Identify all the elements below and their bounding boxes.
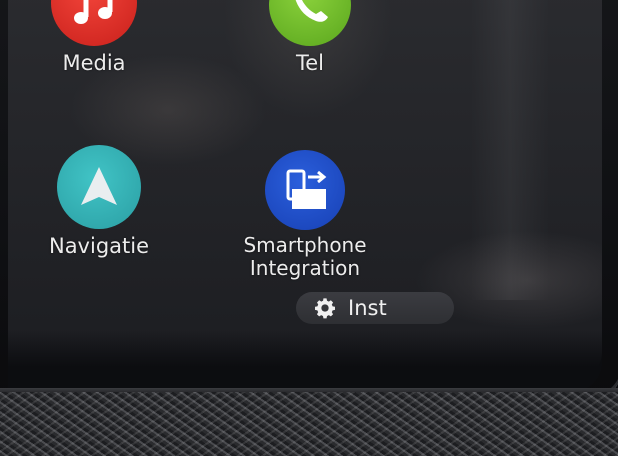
- media-label: Media: [62, 51, 126, 75]
- tel-label: Tel: [295, 51, 324, 75]
- tel-app-button[interactable]: [269, 0, 351, 46]
- smartphone-integration-app-button[interactable]: [265, 150, 345, 230]
- smartphone-label-line1: Smartphone: [243, 233, 367, 257]
- dashboard-fabric-texture: [0, 392, 618, 456]
- media-app-button[interactable]: [51, 0, 137, 46]
- app-navigatie[interactable]: Navigatie: [42, 145, 156, 258]
- navigatie-app-button[interactable]: [57, 145, 141, 229]
- app-tel[interactable]: Tel: [262, 0, 358, 75]
- navigation-arrow-icon: [81, 167, 117, 205]
- gear-icon: [315, 298, 335, 319]
- phone-screen-mirroring-icon: [286, 169, 327, 209]
- screen-lower-shadow: [8, 330, 602, 392]
- settings-button[interactable]: Inst: [296, 292, 454, 324]
- app-smartphone-integration[interactable]: Smartphone Integration: [236, 150, 374, 280]
- phone-handset-icon: [295, 0, 328, 22]
- music-note-icon: [74, 0, 113, 24]
- app-media[interactable]: Media: [42, 0, 146, 75]
- photo-stage: Media Tel Navigatie Smartphone Integrati…: [0, 0, 618, 456]
- smartphone-label-line2: Integration: [249, 256, 361, 280]
- settings-label: Inst: [348, 296, 387, 320]
- navigatie-label: Navigatie: [48, 234, 150, 258]
- screen-reflection: [470, 0, 550, 300]
